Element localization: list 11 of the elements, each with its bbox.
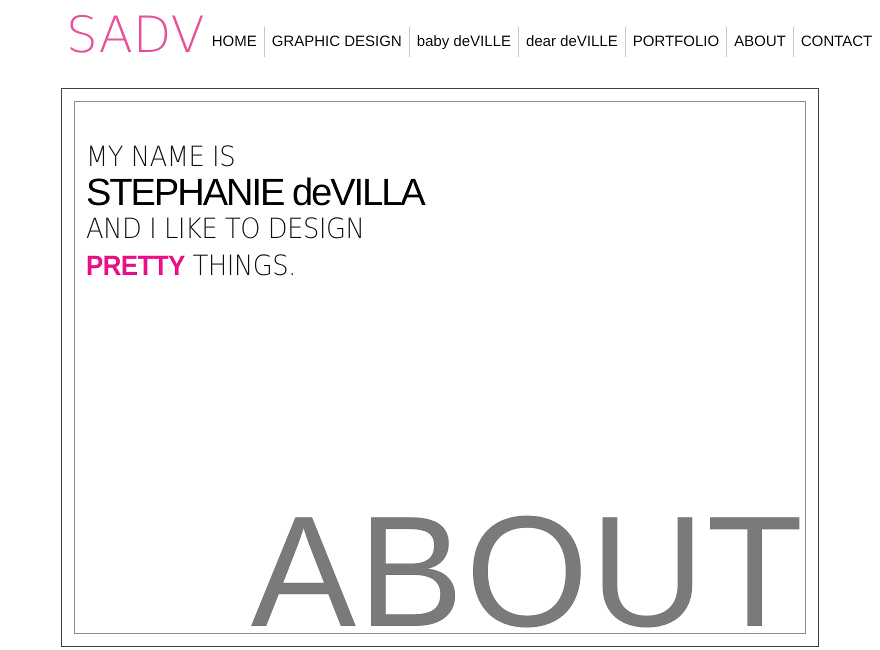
nav-link[interactable]: CONTACT xyxy=(792,27,880,57)
intro-text: PRETTY THINGS. xyxy=(86,249,296,283)
nav-link[interactable]: ABOUT xyxy=(726,27,793,57)
intro-text: AND I LIKE TO DESIGN xyxy=(86,212,364,246)
intro-text: MY NAME IS xyxy=(86,140,236,174)
nav-link[interactable]: PORTFOLIO xyxy=(624,27,726,57)
nav-link[interactable]: dear deVILLE xyxy=(518,27,625,57)
name-text: STEPHANIE deVILLA xyxy=(86,174,424,212)
page-heading: ABOUT xyxy=(250,511,805,633)
nav-link[interactable]: baby deVILLE xyxy=(408,27,518,57)
nav-link[interactable]: GRAPHIC DESIGN xyxy=(264,27,409,57)
